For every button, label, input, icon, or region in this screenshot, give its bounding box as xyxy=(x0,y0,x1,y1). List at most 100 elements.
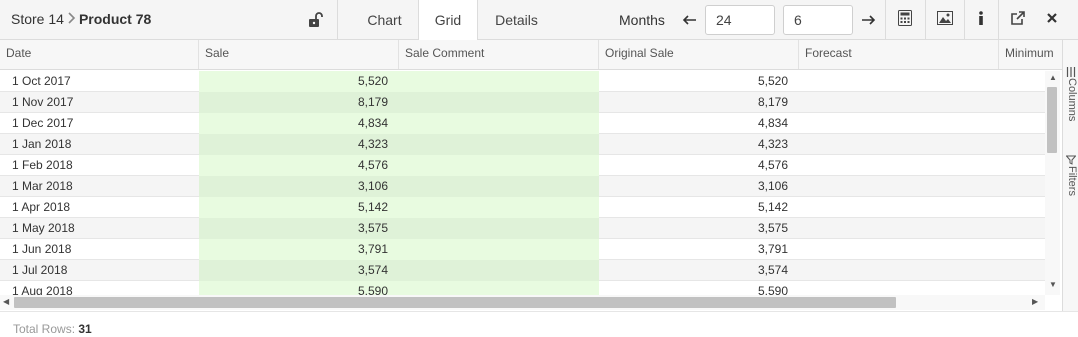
column-header-sale-comment[interactable]: Sale Comment xyxy=(399,40,599,69)
table-row[interactable]: 1 Mar 2018 3,106 3,106 xyxy=(0,176,1045,197)
horizontal-scroll-thumb[interactable] xyxy=(14,297,896,308)
cell-original-sale[interactable]: 3,575 xyxy=(599,218,799,239)
lock-icon[interactable] xyxy=(306,11,324,29)
cell-sale-comment[interactable] xyxy=(399,92,599,113)
cell-minimum[interactable] xyxy=(999,260,1045,281)
breadcrumb-store[interactable]: Store 14 xyxy=(11,11,64,27)
cell-date[interactable]: 1 May 2018 xyxy=(0,218,199,239)
cell-minimum[interactable] xyxy=(999,113,1045,134)
calculator-button[interactable] xyxy=(886,0,924,40)
column-header-original-sale[interactable]: Original Sale xyxy=(599,40,799,69)
cell-sale[interactable]: 3,791 xyxy=(199,239,399,260)
cell-minimum[interactable] xyxy=(999,176,1045,197)
months-to-input[interactable] xyxy=(783,5,853,35)
column-header-sale[interactable]: Sale xyxy=(199,40,399,69)
cell-original-sale[interactable]: 3,791 xyxy=(599,239,799,260)
column-header-minimum[interactable]: Minimum xyxy=(999,40,1062,69)
cell-sale-comment[interactable] xyxy=(399,260,599,281)
cell-sale-comment[interactable] xyxy=(399,155,599,176)
cell-sale[interactable]: 8,179 xyxy=(199,92,399,113)
cell-sale[interactable]: 3,106 xyxy=(199,176,399,197)
cell-forecast[interactable] xyxy=(799,113,999,134)
cell-date[interactable]: 1 Jul 2018 xyxy=(0,260,199,281)
cell-sale-comment[interactable] xyxy=(399,197,599,218)
cell-date[interactable]: 1 Jan 2018 xyxy=(0,134,199,155)
cell-forecast[interactable] xyxy=(799,71,999,92)
cell-forecast[interactable] xyxy=(799,218,999,239)
cell-minimum[interactable] xyxy=(999,134,1045,155)
info-button[interactable] xyxy=(962,0,1000,40)
cell-sale-comment[interactable] xyxy=(399,281,599,295)
scroll-left-arrow-icon[interactable]: ◀ xyxy=(3,298,9,306)
cell-minimum[interactable] xyxy=(999,281,1045,295)
column-header-forecast[interactable]: Forecast xyxy=(799,40,999,69)
cell-forecast[interactable] xyxy=(799,260,999,281)
cell-date[interactable]: 1 Feb 2018 xyxy=(0,155,199,176)
image-button[interactable] xyxy=(926,0,964,40)
cell-minimum[interactable] xyxy=(999,218,1045,239)
cell-forecast[interactable] xyxy=(799,281,999,295)
horizontal-scrollbar[interactable]: ◀ ▶ xyxy=(0,295,1045,310)
cell-original-sale[interactable]: 8,179 xyxy=(599,92,799,113)
vertical-scroll-thumb[interactable] xyxy=(1047,87,1057,153)
cell-date[interactable]: 1 Mar 2018 xyxy=(0,176,199,197)
cell-original-sale[interactable]: 3,106 xyxy=(599,176,799,197)
cell-sale-comment[interactable] xyxy=(399,134,599,155)
tab-chart[interactable]: Chart xyxy=(356,0,413,40)
cell-forecast[interactable] xyxy=(799,155,999,176)
table-row[interactable]: 1 Jun 2018 3,791 3,791 xyxy=(0,239,1045,260)
cell-date[interactable]: 1 Aug 2018 xyxy=(0,281,199,295)
column-header-date[interactable]: Date xyxy=(0,40,199,69)
cell-sale[interactable]: 4,323 xyxy=(199,134,399,155)
scroll-right-arrow-icon[interactable]: ▶ xyxy=(1032,298,1038,306)
cell-date[interactable]: 1 Nov 2017 xyxy=(0,92,199,113)
cell-forecast[interactable] xyxy=(799,134,999,155)
arrow-right-icon[interactable] xyxy=(860,12,876,28)
cell-original-sale[interactable]: 5,142 xyxy=(599,197,799,218)
cell-minimum[interactable] xyxy=(999,92,1045,113)
cell-sale[interactable]: 5,590 xyxy=(199,281,399,295)
table-row[interactable]: 1 Nov 2017 8,179 8,179 xyxy=(0,92,1045,113)
table-row[interactable]: 1 Dec 2017 4,834 4,834 xyxy=(0,113,1045,134)
cell-date[interactable]: 1 Apr 2018 xyxy=(0,197,199,218)
cell-original-sale[interactable]: 5,520 xyxy=(599,71,799,92)
close-button[interactable] xyxy=(1033,0,1071,40)
cell-forecast[interactable] xyxy=(799,92,999,113)
cell-minimum[interactable] xyxy=(999,197,1045,218)
cell-original-sale[interactable]: 4,576 xyxy=(599,155,799,176)
cell-sale-comment[interactable] xyxy=(399,113,599,134)
table-row[interactable]: 1 Apr 2018 5,142 5,142 xyxy=(0,197,1045,218)
cell-date[interactable]: 1 Oct 2017 xyxy=(0,71,199,92)
cell-sale-comment[interactable] xyxy=(399,218,599,239)
cell-forecast[interactable] xyxy=(799,239,999,260)
scroll-up-arrow-icon[interactable]: ▲ xyxy=(1049,74,1057,82)
external-link-button[interactable] xyxy=(999,0,1037,40)
cell-sale[interactable]: 4,576 xyxy=(199,155,399,176)
cell-minimum[interactable] xyxy=(999,71,1045,92)
cell-sale-comment[interactable] xyxy=(399,71,599,92)
cell-original-sale[interactable]: 4,323 xyxy=(599,134,799,155)
cell-original-sale[interactable]: 3,574 xyxy=(599,260,799,281)
cell-minimum[interactable] xyxy=(999,239,1045,260)
cell-date[interactable]: 1 Jun 2018 xyxy=(0,239,199,260)
table-row[interactable]: 1 May 2018 3,575 3,575 xyxy=(0,218,1045,239)
arrow-left-icon[interactable] xyxy=(682,12,698,28)
cell-forecast[interactable] xyxy=(799,176,999,197)
scroll-down-arrow-icon[interactable]: ▼ xyxy=(1049,281,1057,289)
cell-sale[interactable]: 5,520 xyxy=(199,71,399,92)
cell-minimum[interactable] xyxy=(999,155,1045,176)
cell-sale[interactable]: 3,575 xyxy=(199,218,399,239)
tab-grid[interactable]: Grid xyxy=(418,0,478,41)
cell-original-sale[interactable]: 4,834 xyxy=(599,113,799,134)
tab-details[interactable]: Details xyxy=(488,0,545,40)
table-row[interactable]: 1 Jul 2018 3,574 3,574 xyxy=(0,260,1045,281)
table-row[interactable]: 1 Feb 2018 4,576 4,576 xyxy=(0,155,1045,176)
columns-panel-button[interactable]: Columns xyxy=(1063,64,1078,134)
cell-sale-comment[interactable] xyxy=(399,239,599,260)
months-from-input[interactable] xyxy=(705,5,775,35)
cell-forecast[interactable] xyxy=(799,197,999,218)
cell-original-sale[interactable]: 5,590 xyxy=(599,281,799,295)
table-row[interactable]: 1 Aug 2018 5,590 5,590 xyxy=(0,281,1045,295)
table-row[interactable]: 1 Oct 2017 5,520 5,520 xyxy=(0,71,1045,92)
table-row[interactable]: 1 Jan 2018 4,323 4,323 xyxy=(0,134,1045,155)
